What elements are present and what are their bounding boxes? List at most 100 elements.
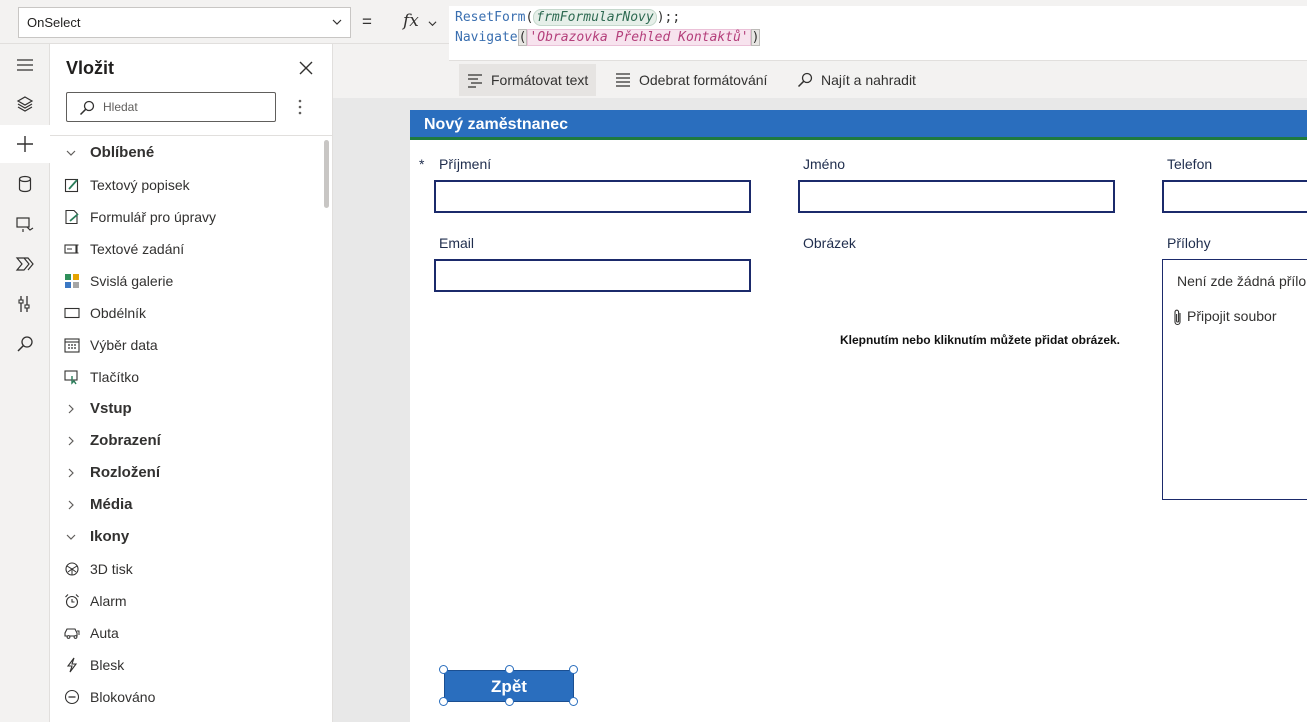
fx-button[interactable]: fx [393,7,447,38]
panel-scrollbar[interactable] [324,140,329,208]
insert-item-alarm[interactable]: Alarm [62,585,127,617]
control-reference: frmFormularNovy [533,9,657,26]
remove-format-icon [616,73,630,87]
item-label: Auta [90,625,119,641]
layers-icon[interactable] [15,94,35,114]
search-icon [79,100,95,116]
attach-file-link[interactable]: Připojit soubor [1171,308,1277,326]
property-dropdown[interactable]: OnSelect [18,7,351,38]
formula-editor[interactable]: ResetForm(frmFormularNovy);; Navigate('O… [449,6,1307,60]
formula-line-2: Navigate('Obrazovka Přehled Kontaktů') [455,28,1301,48]
category-layout[interactable]: Rozložení [62,457,160,489]
more-options-icon[interactable] [294,98,306,116]
add-image-area[interactable]: Klepnutím nebo kliknutím můžete přidat o… [800,333,1160,347]
insert-item-rectangle[interactable]: Obdélník [62,297,146,329]
item-label: Tlačítko [90,369,140,385]
item-label: Textový popisek [90,177,190,193]
resize-handle[interactable] [439,697,448,706]
insert-item-date-picker[interactable]: Výběr data [62,329,158,361]
format-text-button[interactable]: Formátovat text [459,64,597,96]
category-display[interactable]: Zobrazení [62,425,161,457]
fx-icon: fx [403,11,419,31]
format-toolbar: Formátovat text Odebrat formátování Nají… [449,60,1307,98]
item-label: Blesk [90,657,125,673]
button-icon [64,370,78,385]
gallery-icon [65,274,79,288]
edit-form-icon [65,209,79,225]
hamburger-menu-icon[interactable] [15,55,35,75]
chevron-down-icon [332,19,342,25]
chevron-right-icon [68,468,74,478]
category-favorites[interactable]: Oblíbené [62,137,154,169]
close-icon[interactable] [298,60,314,76]
name-input[interactable] [798,180,1115,213]
close-paren: );; [656,10,681,25]
category-media[interactable]: Média [62,489,133,521]
phone-label: Telefon [1167,156,1213,172]
category-label: Média [90,496,133,513]
item-label: Blokováno [90,689,156,705]
resize-handle[interactable] [439,665,448,674]
image-label: Obrázek [803,235,856,251]
remove-format-label: Odebrat formátování [639,72,768,88]
formula-line-1: ResetForm(frmFormularNovy);; [455,8,1301,28]
chevron-down-icon [66,150,76,156]
search-icon [797,72,813,88]
category-label: Ikony [90,528,130,545]
surname-label: Příjmení [439,156,492,172]
tools-icon[interactable] [15,294,35,314]
format-text-label: Formátovat text [491,72,589,88]
equals-sign: = [362,12,372,31]
insert-item-text-label[interactable]: Textový popisek [62,169,190,201]
category-label: Oblíbené [90,144,155,161]
category-label: Zobrazení [90,432,161,449]
blocked-icon [64,689,80,705]
resize-handle[interactable] [569,697,578,706]
attach-file-label: Připojit soubor [1187,308,1277,324]
item-label: Výběr data [90,337,158,353]
rectangle-icon [64,307,80,319]
chevron-right-icon [68,404,74,414]
category-label: Rozložení [90,464,160,481]
insert-item-text-input[interactable]: Textové zadání [62,233,184,265]
database-icon[interactable] [15,174,35,194]
item-label: Formulář pro úpravy [90,209,217,225]
insert-item-button[interactable]: Tlačítko [62,361,139,393]
resize-handle[interactable] [505,697,514,706]
category-input[interactable]: Vstup [62,393,132,425]
format-text-icon [468,74,482,88]
left-rail [0,44,50,722]
text-input-icon [64,244,79,254]
screen-reference: 'Obrazovka Přehled Kontaktů' [527,29,751,46]
plus-icon[interactable] [15,134,35,154]
find-replace-button[interactable]: Najít a nahradit [789,64,924,96]
insert-item-blocked[interactable]: Blokováno [62,681,155,713]
lightning-icon [66,657,78,673]
resize-handle[interactable] [505,665,514,674]
resize-handle[interactable] [569,665,578,674]
search-icon[interactable] [15,334,35,354]
insert-item-car[interactable]: Auta [62,617,119,649]
email-input[interactable] [434,259,751,292]
app-screen: Nový zaměstnanec * Příjmení Jméno Telefo… [410,110,1307,722]
media-icon[interactable] [15,214,35,234]
calendar-icon [64,338,80,353]
phone-input[interactable] [1162,180,1307,213]
insert-item-lightning[interactable]: Blesk [62,649,124,681]
item-label: Textové zadání [90,241,185,257]
search-placeholder: Hledat [103,100,138,114]
insert-item-vertical-gallery[interactable]: Svislá galerie [62,265,173,297]
surname-input[interactable] [434,180,751,213]
remove-format-button[interactable]: Odebrat formátování [607,64,775,96]
chevron-right-icon [68,500,74,510]
search-input[interactable]: Hledat [66,92,276,122]
panel-divider [50,135,333,136]
alarm-icon [65,594,79,609]
insert-panel: Vložit Hledat Oblíbené Textový popisek F… [50,44,333,722]
chevron-down-icon [66,534,76,540]
power-automate-icon[interactable] [15,254,35,274]
insert-item-edit-form[interactable]: Formulář pro úpravy [62,201,216,233]
category-icons[interactable]: Ikony [62,521,129,553]
car-icon [64,628,80,639]
insert-item-3d-print[interactable]: 3D tisk [62,553,133,585]
